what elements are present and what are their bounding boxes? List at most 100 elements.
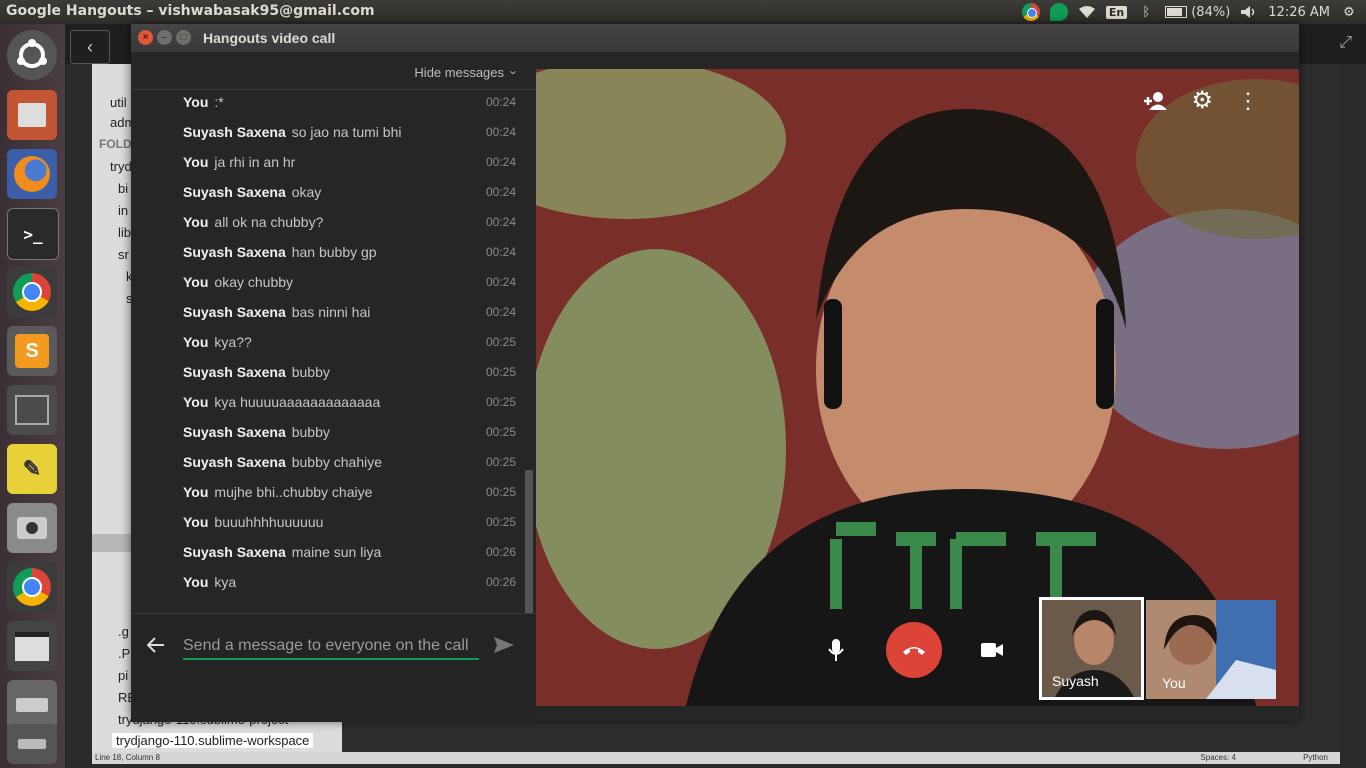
- settings-icon[interactable]: ⚙: [1191, 89, 1213, 117]
- bluetooth-icon[interactable]: ᛒ: [1137, 3, 1155, 21]
- sidebar-folder-bi[interactable]: bi: [118, 181, 128, 196]
- battery-icon: [1165, 6, 1188, 18]
- minimize-window-button[interactable]: –: [157, 30, 172, 45]
- volume-icon[interactable]: [1240, 3, 1258, 21]
- message-sender: You: [183, 514, 209, 530]
- terminal-icon[interactable]: >_: [7, 208, 59, 260]
- close-window-button[interactable]: ×: [138, 30, 153, 45]
- participant-thumbnail-suyash[interactable]: Suyash: [1039, 597, 1144, 700]
- end-call-button[interactable]: [886, 622, 942, 678]
- editor-status-bar: Line 18, Column 8 Spaces: 4 Python: [92, 752, 1340, 764]
- chat-message: You mujhe bhi..chubby chaiye 00:25: [183, 484, 518, 514]
- window-title-text: Hangouts video call: [203, 30, 336, 46]
- message-sender: You: [183, 394, 209, 410]
- video-top-actions: ⚙ ⋮: [1143, 89, 1259, 117]
- chat-message: Suyash Saxena bubby 00:25: [183, 364, 518, 394]
- message-time: 00:24: [485, 215, 516, 229]
- notes-icon[interactable]: ✎: [7, 444, 57, 494]
- message-time: 00:25: [485, 335, 516, 349]
- message-sender: Suyash Saxena: [183, 124, 286, 140]
- add-person-icon[interactable]: [1143, 91, 1168, 117]
- message-composer: [131, 613, 536, 722]
- settings-gear-icon[interactable]: ⚙: [1340, 3, 1358, 21]
- firefox-icon[interactable]: [7, 149, 57, 199]
- chat-message: You kya huuuuaaaaaaaaaaaaa 00:25: [183, 394, 518, 424]
- participant-label-suyash: Suyash: [1052, 673, 1099, 689]
- sidebar-tab-util[interactable]: util: [110, 95, 127, 110]
- video-camera-icon[interactable]: [970, 628, 1014, 672]
- message-sender: You: [183, 274, 209, 290]
- message-sender: You: [183, 574, 209, 590]
- message-text: okay chubby: [214, 274, 294, 290]
- message-sender: You: [183, 94, 209, 110]
- sublime-text-icon[interactable]: S: [7, 326, 57, 376]
- files-icon[interactable]: [7, 90, 57, 140]
- camera-icon[interactable]: [7, 503, 57, 553]
- microphone-icon[interactable]: [814, 628, 858, 672]
- video-feed[interactable]: ⚙ ⋮ Suyash You: [536, 69, 1299, 706]
- chrome-launcher-icon[interactable]: [7, 267, 57, 317]
- back-arrow-icon[interactable]: [146, 636, 165, 659]
- message-sender: Suyash Saxena: [183, 544, 286, 560]
- chat-message: Suyash Saxena bas ninni hai 00:24: [183, 304, 518, 334]
- message-text: all ok na chubby?: [214, 214, 324, 230]
- battery-indicator[interactable]: (84%): [1165, 5, 1230, 20]
- message-time: 00:26: [485, 575, 516, 589]
- message-time: 00:25: [485, 425, 516, 439]
- sidebar-folder-tryd[interactable]: tryd: [110, 159, 132, 174]
- send-icon[interactable]: [493, 636, 515, 660]
- browser-back-button[interactable]: ‹: [70, 30, 110, 64]
- message-time: 00:24: [485, 245, 516, 259]
- message-sender: You: [183, 484, 209, 500]
- message-time: 00:26: [485, 545, 516, 559]
- maximize-window-button[interactable]: □: [176, 30, 191, 45]
- message-input[interactable]: [183, 634, 479, 660]
- message-text: bas ninni hai: [291, 304, 371, 320]
- call-controls: [814, 622, 1014, 678]
- chat-message: Suyash Saxena maine sun liya 00:26: [183, 544, 518, 574]
- wifi-icon[interactable]: [1078, 3, 1096, 21]
- message-time: 00:25: [485, 455, 516, 469]
- status-spaces[interactable]: Spaces: 4: [1200, 753, 1236, 762]
- window-titlebar[interactable]: × – □ Hangouts video call: [131, 24, 1299, 52]
- sidebar-file-p[interactable]: .P: [118, 646, 130, 661]
- message-time: 00:25: [485, 395, 516, 409]
- message-time: 00:24: [485, 125, 516, 139]
- ubuntu-dash-icon[interactable]: [7, 30, 57, 80]
- message-sender: Suyash Saxena: [183, 184, 286, 200]
- message-sender: Suyash Saxena: [183, 424, 286, 440]
- chat-message: You kya?? 00:25: [183, 334, 518, 364]
- message-text: okay: [291, 184, 322, 200]
- clock[interactable]: 12:26 AM: [1268, 5, 1330, 20]
- sidebar-file-g[interactable]: .g: [118, 624, 129, 639]
- keyboard-layout-indicator[interactable]: En: [1105, 5, 1128, 19]
- chat-message: You okay chubby 00:24: [183, 274, 518, 304]
- hangouts-icon[interactable]: [1049, 3, 1068, 21]
- window-title: Google Hangouts – vishwabasak95@gmail.co…: [6, 3, 375, 19]
- sidebar-folder-in[interactable]: in: [118, 203, 128, 218]
- chrome-launcher-icon-2[interactable]: [7, 562, 57, 612]
- more-options-icon[interactable]: ⋮: [1237, 90, 1259, 117]
- sidebar-file-workspace[interactable]: trydjango-110.sublime-workspace: [112, 733, 314, 748]
- hide-messages-button[interactable]: Hide messages ›: [414, 65, 521, 80]
- chrome-icon[interactable]: [1021, 3, 1040, 21]
- status-language[interactable]: Python: [1303, 753, 1328, 762]
- message-text: bubby: [291, 364, 330, 380]
- trash-icon[interactable]: [7, 724, 57, 764]
- message-time: 00:24: [485, 275, 516, 289]
- participant-thumbnail-you[interactable]: You: [1146, 600, 1276, 699]
- sidebar-folder-lib[interactable]: lib: [118, 225, 131, 240]
- participant-label-you: You: [1162, 675, 1186, 691]
- sidebar-file-pi[interactable]: pi: [118, 668, 128, 683]
- drive-icon[interactable]: [7, 680, 57, 730]
- sidebar-folders-header: FOLD: [99, 137, 132, 151]
- fullscreen-icon[interactable]: ⤢: [1339, 34, 1352, 52]
- video-editor-icon[interactable]: [7, 621, 57, 671]
- workspace-switcher-icon[interactable]: [7, 385, 57, 435]
- sidebar-folder-sr[interactable]: sr: [118, 247, 129, 262]
- message-text: bubby chahiye: [291, 454, 383, 470]
- chat-message: Suyash Saxena bubby 00:25: [183, 424, 518, 454]
- status-line-column: Line 18, Column 8: [95, 753, 160, 762]
- chat-message: You all ok na chubby? 00:24: [183, 214, 518, 244]
- top-panel: Google Hangouts – vishwabasak95@gmail.co…: [0, 0, 1366, 24]
